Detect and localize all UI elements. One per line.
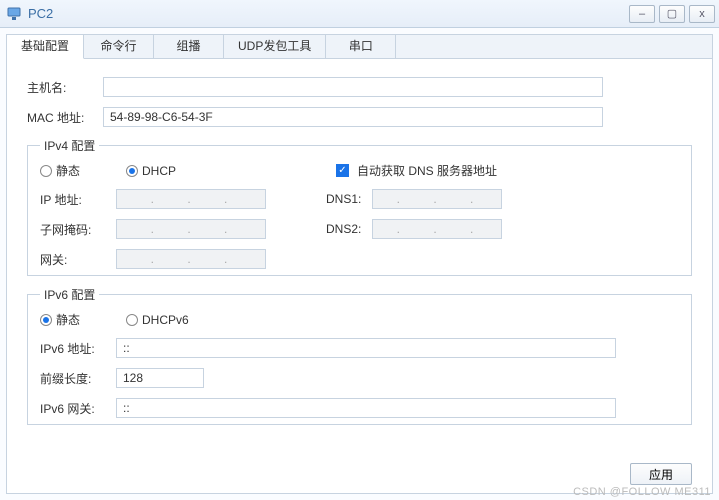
apply-button[interactable]: 应用 <box>630 463 692 485</box>
dns2-label: DNS2: <box>326 222 372 236</box>
ipv6-radio-static-label: 静态 <box>56 311 80 328</box>
tab-multicast[interactable]: 组播 <box>154 35 224 59</box>
main-panel: 基础配置 命令行 组播 UDP发包工具 串口 主机名: MAC 地址: IPv4… <box>6 34 713 494</box>
tab-body: 主机名: MAC 地址: IPv4 配置 静态 DHCP <box>7 59 712 443</box>
tab-cli[interactable]: 命令行 <box>84 35 154 59</box>
ipv6-prefix-input[interactable] <box>116 368 204 388</box>
ipv4-fieldset: IPv4 配置 静态 DHCP ✓ 自动获取 DNS 服务器地址 <box>27 137 692 276</box>
ipv6-radio-dhcp[interactable]: DHCPv6 <box>126 313 189 327</box>
hostname-input[interactable] <box>103 77 603 97</box>
tab-serial[interactable]: 串口 <box>326 35 396 59</box>
dns1-label: DNS1: <box>326 192 372 206</box>
ipv6-radio-dhcp-label: DHCPv6 <box>142 313 189 327</box>
minimize-button[interactable]: – <box>629 5 655 23</box>
radio-icon <box>40 314 52 326</box>
ipv6-radio-static[interactable]: 静态 <box>40 311 116 328</box>
footer: 应用 <box>630 463 692 485</box>
ipv4-legend: IPv4 配置 <box>40 137 99 154</box>
gw-label: 网关: <box>40 251 116 268</box>
mac-input[interactable] <box>103 107 603 127</box>
ip-label: IP 地址: <box>40 191 116 208</box>
ipv6-gw-input[interactable] <box>116 398 616 418</box>
gw-input[interactable] <box>116 249 266 269</box>
ipv6-addr-input[interactable] <box>116 338 616 358</box>
tab-udp-tool[interactable]: UDP发包工具 <box>224 35 326 59</box>
tab-bar: 基础配置 命令行 组播 UDP发包工具 串口 <box>7 35 712 59</box>
ipv6-addr-label: IPv6 地址: <box>40 340 116 357</box>
ipv4-radio-static-label: 静态 <box>56 162 80 179</box>
ipv6-prefix-label: 前缀长度: <box>40 370 116 387</box>
ipv6-gw-label: IPv6 网关: <box>40 400 116 417</box>
mac-label: MAC 地址: <box>27 109 103 126</box>
ipv4-auto-dns-checkbox[interactable]: ✓ 自动获取 DNS 服务器地址 <box>336 162 497 179</box>
radio-icon <box>126 314 138 326</box>
content-area: 基础配置 命令行 组播 UDP发包工具 串口 主机名: MAC 地址: IPv4… <box>0 28 719 500</box>
maximize-button[interactable]: ▢ <box>659 5 685 23</box>
ip-input[interactable] <box>116 189 266 209</box>
close-button[interactable]: x <box>689 5 715 23</box>
ipv4-radio-dhcp[interactable]: DHCP <box>126 164 326 178</box>
radio-icon <box>126 165 138 177</box>
ipv4-auto-dns-label: 自动获取 DNS 服务器地址 <box>357 162 497 179</box>
check-icon: ✓ <box>336 164 349 177</box>
mask-label: 子网掩码: <box>40 221 116 238</box>
ipv4-radio-dhcp-label: DHCP <box>142 164 176 178</box>
radio-icon <box>40 165 52 177</box>
dns2-input[interactable] <box>372 219 502 239</box>
ipv4-radio-static[interactable]: 静态 <box>40 162 116 179</box>
mask-input[interactable] <box>116 219 266 239</box>
dns1-input[interactable] <box>372 189 502 209</box>
app-icon <box>6 6 22 22</box>
hostname-label: 主机名: <box>27 79 103 96</box>
title-bar: PC2 – ▢ x <box>0 0 719 28</box>
tab-basic-config[interactable]: 基础配置 <box>7 35 84 59</box>
ipv6-legend: IPv6 配置 <box>40 286 99 303</box>
ipv6-fieldset: IPv6 配置 静态 DHCPv6 IPv6 地址: 前 <box>27 286 692 425</box>
window-title: PC2 <box>28 6 53 21</box>
